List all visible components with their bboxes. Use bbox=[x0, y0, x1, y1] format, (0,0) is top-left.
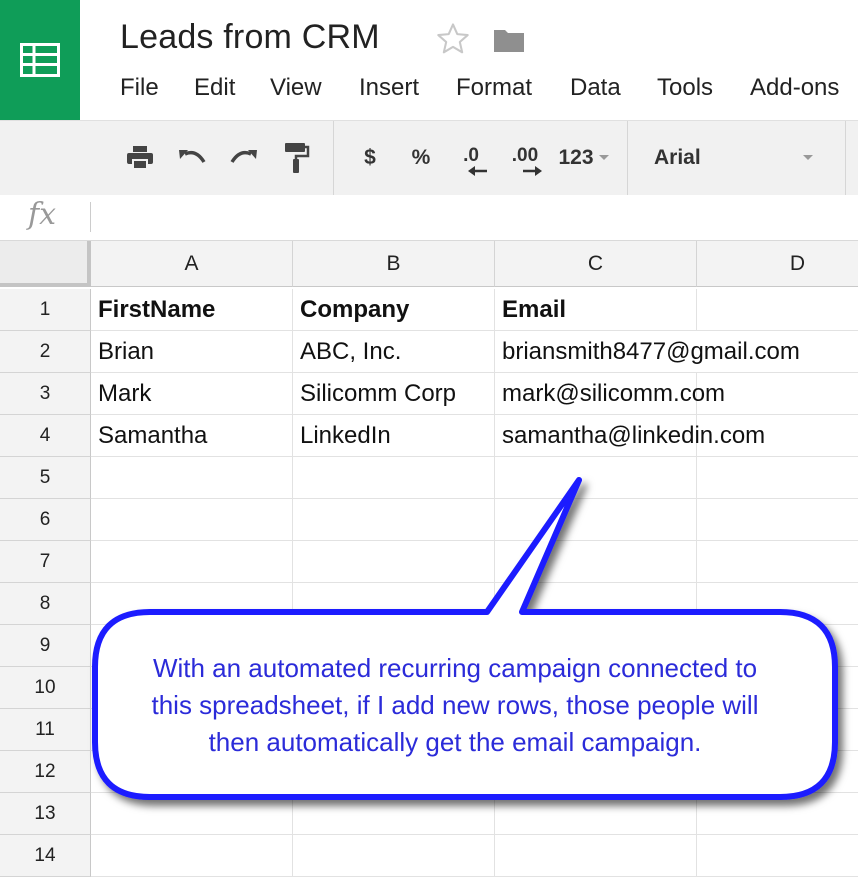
row-header[interactable]: 14 bbox=[0, 835, 91, 877]
font-family-dropdown[interactable]: Arial bbox=[636, 121, 832, 195]
arrow-right-icon bbox=[523, 166, 542, 176]
menu-edit[interactable]: Edit bbox=[194, 74, 235, 102]
row-header[interactable]: 13 bbox=[0, 793, 91, 835]
formula-bar: fx bbox=[0, 195, 858, 241]
row-header[interactable]: 7 bbox=[0, 541, 91, 583]
number-format-dropdown[interactable]: 123 bbox=[552, 121, 616, 195]
menu-file[interactable]: File bbox=[120, 74, 159, 102]
paint-format-button[interactable] bbox=[276, 121, 316, 195]
undo-button[interactable] bbox=[172, 121, 212, 195]
row-header[interactable]: 4 bbox=[0, 415, 91, 457]
font-family-label: Arial bbox=[654, 146, 701, 169]
menu-insert[interactable]: Insert bbox=[359, 74, 419, 102]
row-header[interactable]: 10 bbox=[0, 667, 91, 709]
cell-a2[interactable]: Brian bbox=[91, 331, 293, 373]
cell-b3[interactable]: Silicomm Corp bbox=[293, 373, 495, 415]
currency-format-button[interactable]: $ bbox=[352, 121, 388, 195]
folder-icon[interactable] bbox=[492, 26, 526, 54]
row-header[interactable]: 11 bbox=[0, 709, 91, 751]
number-format-label: 123 bbox=[558, 146, 594, 169]
cell-c4[interactable]: samantha@linkedin.com bbox=[495, 415, 765, 457]
sheets-logo[interactable] bbox=[0, 0, 80, 120]
menu-data[interactable]: Data bbox=[570, 74, 621, 102]
column-header-d[interactable]: D bbox=[697, 241, 858, 287]
row-header[interactable]: 1 bbox=[0, 289, 91, 331]
increase-decimal-label: .00 bbox=[511, 145, 539, 166]
column-header-a[interactable]: A bbox=[91, 241, 293, 287]
print-icon bbox=[127, 146, 153, 170]
percent-format-button[interactable]: % bbox=[402, 121, 440, 195]
toolbar-divider bbox=[627, 121, 628, 195]
sheets-grid-icon bbox=[20, 43, 60, 77]
fx-icon: fx bbox=[28, 197, 57, 232]
empty-cells-area[interactable] bbox=[91, 457, 858, 877]
row-header[interactable]: 2 bbox=[0, 331, 91, 373]
row-header[interactable]: 3 bbox=[0, 373, 91, 415]
formula-bar-divider bbox=[90, 202, 91, 232]
chevron-down-icon bbox=[598, 155, 609, 160]
column-header-b[interactable]: B bbox=[293, 241, 495, 287]
print-button[interactable] bbox=[120, 121, 160, 195]
toolbar-divider bbox=[845, 121, 846, 195]
row-header[interactable]: 6 bbox=[0, 499, 91, 541]
cell-b1[interactable]: Company bbox=[293, 289, 495, 331]
cell-c2[interactable]: briansmith8477@gmail.com bbox=[495, 331, 858, 373]
menu-format[interactable]: Format bbox=[456, 74, 532, 102]
document-title[interactable]: Leads from CRM bbox=[120, 18, 380, 57]
cell-d1[interactable] bbox=[697, 289, 858, 331]
row-header[interactable]: 5 bbox=[0, 457, 91, 499]
star-outline-icon[interactable] bbox=[434, 20, 472, 58]
cell-a1[interactable]: FirstName bbox=[91, 289, 293, 331]
cell-d3[interactable] bbox=[697, 373, 858, 415]
cell-d4[interactable] bbox=[697, 415, 858, 457]
arrow-left-icon bbox=[468, 166, 487, 176]
select-all-corner[interactable] bbox=[0, 241, 91, 287]
formula-input[interactable] bbox=[100, 195, 850, 239]
menu-view[interactable]: View bbox=[270, 74, 322, 102]
redo-button[interactable] bbox=[224, 121, 264, 195]
app-header: Leads from CRM File Edit View Insert For… bbox=[0, 0, 858, 120]
row-header[interactable]: 8 bbox=[0, 583, 91, 625]
menu-tools[interactable]: Tools bbox=[657, 74, 713, 102]
paint-roller-icon bbox=[285, 143, 310, 173]
menu-add-ons[interactable]: Add-ons bbox=[750, 74, 839, 102]
column-header-c[interactable]: C bbox=[495, 241, 697, 287]
row-header[interactable]: 9 bbox=[0, 625, 91, 667]
undo-icon bbox=[179, 150, 206, 163]
cell-b4[interactable]: LinkedIn bbox=[293, 415, 495, 457]
toolbar-divider bbox=[333, 121, 334, 195]
decrease-decimal-button[interactable]: .0 bbox=[452, 121, 490, 195]
cell-a3[interactable]: Mark bbox=[91, 373, 293, 415]
cell-b2[interactable]: ABC, Inc. bbox=[293, 331, 495, 373]
chevron-down-icon bbox=[803, 155, 813, 160]
decrease-decimal-label: .0 bbox=[463, 145, 479, 166]
row-header[interactable]: 12 bbox=[0, 751, 91, 793]
toolbar: $ % .0 .00 123 Arial bbox=[0, 120, 858, 196]
cell-c1[interactable]: Email bbox=[495, 289, 697, 331]
redo-icon bbox=[230, 150, 257, 163]
cell-a4[interactable]: Samantha bbox=[91, 415, 293, 457]
cell-c3[interactable]: mark@silicomm.com bbox=[495, 373, 725, 415]
increase-decimal-button[interactable]: .00 bbox=[502, 121, 548, 195]
